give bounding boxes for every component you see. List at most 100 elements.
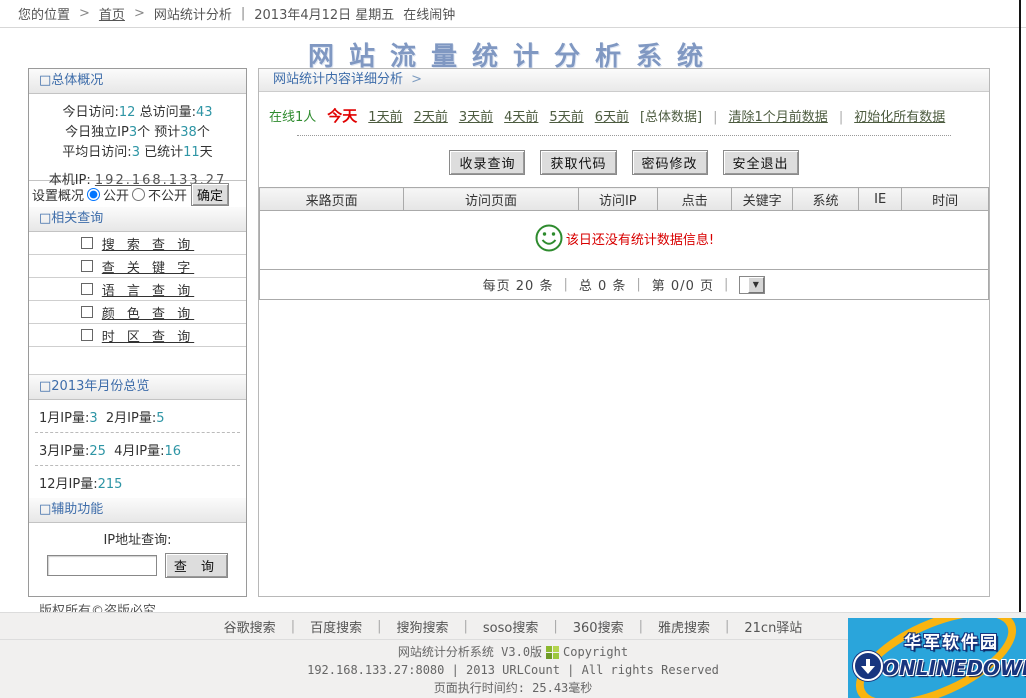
pipe-separator: |	[464, 619, 468, 634]
smiley-icon	[534, 223, 564, 253]
sidebar-item-keyword-query[interactable]: 查 关 键 字	[29, 255, 246, 278]
sidebar-link-label[interactable]: 时 区 查 询	[102, 326, 194, 345]
page-number-text: 第 0/0 页	[652, 275, 714, 294]
stat-value: 3	[132, 145, 140, 160]
pipe-separator: |	[291, 619, 295, 634]
pipe-separator: |	[725, 619, 729, 634]
pipe-separator: |	[553, 619, 557, 634]
checkbox[interactable]	[81, 329, 93, 341]
overview-stats: 今日访问:12 总访问量:43 今日独立IP3个 预计38个 平均日访问:3 已…	[29, 94, 246, 180]
stat-label: 个	[197, 125, 210, 140]
tab-5-days-ago[interactable]: 5天前	[549, 106, 583, 125]
pipe-separator: |	[563, 277, 568, 292]
sidebar-item-color-query[interactable]: 颜 色 查 询	[29, 301, 246, 324]
month-value: 5	[156, 411, 164, 426]
logo-english-text: ONLINEDOWN.NET	[882, 656, 1026, 680]
download-arrow-icon	[853, 651, 883, 681]
pipe-separator: |	[724, 277, 729, 292]
empty-data-row: 该日还没有统计数据信息!	[260, 211, 989, 270]
privacy-public-radio[interactable]	[87, 188, 100, 201]
ip-query-form: 查 询	[29, 548, 246, 582]
month-label: 2月IP量:	[106, 411, 156, 426]
online-count: 在线1人	[269, 106, 316, 125]
day-tab-row: 在线1人 今天 1天前 2天前 3天前 4天前 5天前 6天前 [总体数据] |…	[259, 92, 989, 135]
sidebar-link-label[interactable]: 颜 色 查 询	[102, 303, 194, 322]
onlinedown-logo[interactable]: 华军软件园 ONLINEDOWN.NET	[848, 618, 1026, 698]
ip-query-label: IP地址查询:	[29, 523, 246, 548]
ip-query-button[interactable]: 查 询	[165, 553, 228, 578]
total-data-link[interactable]: [总体数据]	[640, 106, 702, 125]
confirm-button[interactable]: 确定	[191, 183, 229, 206]
tab-today[interactable]: 今天	[327, 105, 357, 126]
footer-link-google[interactable]: 谷歌搜索	[224, 617, 276, 636]
stat-label: 平均日访问:	[62, 145, 131, 160]
sidebar-link-label[interactable]: 查 关 键 字	[102, 257, 194, 276]
breadcrumb-divider: |	[241, 6, 245, 21]
footer-link-360[interactable]: 360搜索	[573, 617, 624, 636]
privacy-private-label: 不公开	[148, 185, 187, 204]
tab-4-days-ago[interactable]: 4天前	[504, 106, 538, 125]
total-count-text: 总 0 条	[579, 275, 627, 294]
online-clock-link[interactable]: 在线闹钟	[403, 4, 455, 23]
stat-label: 今日访问:	[62, 105, 118, 120]
sidebar-item-search-query[interactable]: 搜 索 查 询	[29, 232, 246, 255]
sidebar: □总体概况 今日访问:12 总访问量:43 今日独立IP3个 预计38个 平均日…	[28, 68, 247, 597]
logout-button[interactable]: 安全退出	[723, 150, 799, 175]
sidebar-item-language-query[interactable]: 语 言 查 询	[29, 278, 246, 301]
month-label: 1月IP量:	[39, 411, 89, 426]
get-code-button[interactable]: 获取代码	[540, 150, 616, 175]
col-system: 系统	[792, 188, 858, 211]
breadcrumb-current: 网站统计分析	[154, 4, 232, 23]
footer-link-soso[interactable]: soso搜索	[483, 617, 538, 636]
sidebar-section-monthly-header: □2013年月份总览	[29, 375, 246, 400]
month-label: 12月IP量:	[39, 477, 98, 492]
tab-1-day-ago[interactable]: 1天前	[368, 106, 402, 125]
stat-label: 总访问量:	[140, 105, 196, 120]
page-select-dropdown[interactable]: ▼	[739, 276, 765, 294]
footer-link-baidu[interactable]: 百度搜索	[310, 617, 362, 636]
stat-value: 3	[129, 125, 137, 140]
breadcrumb-home-link[interactable]: 首页	[99, 4, 125, 23]
checkbox[interactable]	[81, 306, 93, 318]
stat-label: 天	[200, 145, 213, 160]
tab-3-days-ago[interactable]: 3天前	[459, 106, 493, 125]
tab-2-days-ago[interactable]: 2天前	[414, 106, 448, 125]
ip-query-input[interactable]	[47, 555, 157, 576]
page: 您的位置 > 首页 > 网站统计分析 | 2013年4月12日 星期五 在线闹钟…	[0, 0, 1026, 698]
footer-line-1: 网站统计分析系统 V3.0版 Copyright	[398, 643, 628, 661]
sidebar-link-label[interactable]: 语 言 查 询	[102, 280, 194, 299]
stats-line-today: 今日访问:12 总访问量:43	[29, 103, 246, 123]
footer-link-21cn[interactable]: 21cn驿站	[744, 617, 802, 636]
change-password-button[interactable]: 密码修改	[632, 150, 708, 175]
col-visitor-ip: 访问IP	[578, 188, 657, 211]
tab-6-days-ago[interactable]: 6天前	[595, 106, 629, 125]
dotted-divider	[297, 135, 951, 136]
pipe-separator: |	[377, 619, 381, 634]
pipe-separator: |	[636, 277, 641, 292]
chevron-down-icon: ▼	[748, 277, 764, 293]
sidebar-section-overview-header: □总体概况	[29, 69, 246, 94]
checkbox[interactable]	[81, 237, 93, 249]
month-label: 3月IP量:	[39, 444, 89, 459]
footer-link-sogou[interactable]: 搜狗搜索	[396, 617, 448, 636]
footer-link-yahoo[interactable]: 雅虎搜索	[658, 617, 710, 636]
monthly-row: 1月IP量:3 2月IP量:5	[29, 400, 246, 432]
stats-line-average: 平均日访问:3 已统计11天	[29, 143, 246, 163]
checkbox[interactable]	[81, 283, 93, 295]
windows-icon	[546, 646, 559, 659]
sidebar-link-label[interactable]: 搜 索 查 询	[102, 234, 194, 253]
col-ie: IE	[859, 188, 902, 211]
privacy-public-label: 公开	[103, 185, 129, 204]
checkbox[interactable]	[81, 260, 93, 272]
stat-value: 12	[119, 105, 136, 120]
clear-month-data-link[interactable]: 清除1个月前数据	[729, 106, 828, 125]
col-visited-page: 访问页面	[404, 188, 578, 211]
per-page-text: 每页 20 条	[483, 275, 554, 294]
inclusion-query-button[interactable]: 收录查询	[449, 150, 525, 175]
logo-en-word: ONLINEDOWN	[882, 656, 1026, 680]
init-all-data-link[interactable]: 初始化所有数据	[854, 106, 945, 125]
footer-copyright-word: Copyright	[563, 643, 628, 661]
chevron-right-icon: >	[411, 72, 422, 87]
privacy-private-radio[interactable]	[132, 188, 145, 201]
sidebar-item-timezone-query[interactable]: 时 区 查 询	[29, 324, 246, 347]
